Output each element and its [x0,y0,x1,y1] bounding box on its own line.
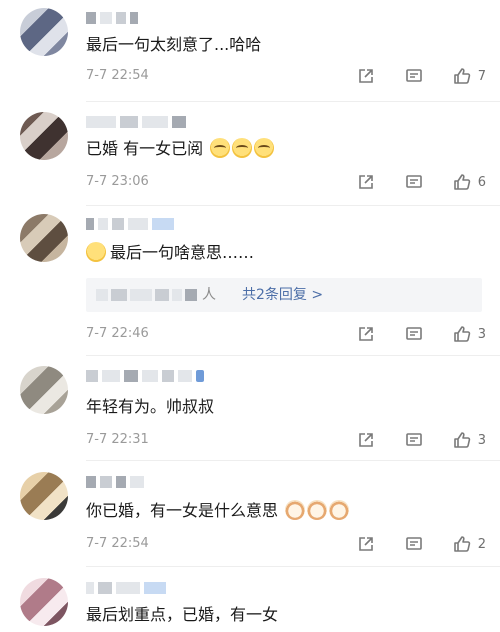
avatar[interactable] [20,112,68,160]
cat-emoji-icon [285,500,306,520]
share-icon [356,172,376,192]
share-button[interactable] [356,66,376,86]
comment-item: 最后一句太刻意了...哈哈 7-7 22:54 7 [0,8,500,100]
like-count: 3 [477,432,486,448]
comment-time: 7-7 22:31 [86,432,149,447]
username-blurred[interactable] [86,12,138,24]
thumbs-up-icon [452,324,472,344]
comment-button[interactable] [404,430,424,450]
username-blurred[interactable] [86,476,144,488]
comment-time: 7-7 22:46 [86,326,149,341]
laughing-emoji-icon [86,242,106,262]
comment-time: 7-7 22:54 [86,68,149,83]
comment-text: 已婚 有一女已阅 [86,138,275,160]
like-count: 7 [477,68,486,84]
comment-text-content: 已婚 有一女已阅 [86,139,204,158]
username-blurred[interactable] [86,370,204,382]
divider [86,205,500,206]
thumbs-up-icon [452,66,472,86]
comment-button[interactable] [404,66,424,86]
comment-item: 已婚 有一女已阅 7-7 23:06 6 [0,112,500,204]
crying-emoji-icon [210,138,231,158]
divider [86,566,500,567]
share-button[interactable] [356,430,376,450]
like-button[interactable]: 2 [452,534,486,554]
comment-text-content: 最后一句啥意思…… [110,243,255,262]
divider [86,101,500,102]
comment-icon [404,534,424,554]
avatar[interactable] [20,8,68,56]
username-blurred[interactable] [86,116,186,128]
comment-button[interactable] [404,172,424,192]
comment-item: 年轻有为。帅叔叔 7-7 22:31 3 [0,366,500,458]
cat-emoji-icon [307,500,328,520]
reply-who: 人 [202,287,216,303]
username-blurred[interactable] [86,218,174,230]
cat-emoji-icon [329,500,350,520]
share-icon [356,430,376,450]
divider [86,355,500,356]
replier-names-blurred [96,289,197,301]
comment-text: 最后划重点，已婚，有一女 [86,605,279,624]
comment-text: 年轻有为。帅叔叔 [86,397,215,416]
comment-icon [404,172,424,192]
share-icon [356,66,376,86]
avatar[interactable] [20,578,68,626]
divider [86,460,500,461]
like-count: 2 [477,536,486,552]
user-badge [196,370,204,382]
like-count: 3 [477,326,486,342]
share-button[interactable] [356,324,376,344]
comment-icon [404,66,424,86]
comment-icon [404,430,424,450]
comment-button[interactable] [404,534,424,554]
like-button[interactable]: 3 [452,324,486,344]
like-count: 6 [477,174,486,190]
comment-text-content: 你已婚，有一女是什么意思 [86,501,279,520]
crying-emoji-icon [254,138,275,158]
comment-item: 你已婚，有一女是什么意思 7-7 22:54 2 [0,472,500,564]
thumbs-up-icon [452,172,472,192]
comment-time: 7-7 23:06 [86,174,149,189]
comment-icon [404,324,424,344]
avatar[interactable] [20,472,68,520]
share-icon [356,534,376,554]
like-button[interactable]: 6 [452,172,486,192]
username-blurred[interactable] [86,582,166,594]
comment-text: 你已婚，有一女是什么意思 [86,500,350,522]
thumbs-up-icon [452,534,472,554]
comment-text: 最后一句啥意思…… [86,242,254,264]
share-icon [356,324,376,344]
comment-text: 最后一句太刻意了...哈哈 [86,35,262,54]
share-button[interactable] [356,172,376,192]
like-button[interactable]: 3 [452,430,486,450]
crying-emoji-icon [232,138,253,158]
comment-item: 最后划重点，已婚，有一女 [0,578,500,632]
avatar[interactable] [20,214,68,262]
thumbs-up-icon [452,430,472,450]
replies-box[interactable]: 人 共2条回复 > [86,278,482,312]
share-button[interactable] [356,534,376,554]
comment-item: 最后一句啥意思…… 人 共2条回复 > 7-7 22:46 3 [0,214,500,350]
avatar[interactable] [20,366,68,414]
comment-time: 7-7 22:54 [86,536,149,551]
view-replies-link[interactable]: 共2条回复 > [242,278,323,312]
like-button[interactable]: 7 [452,66,486,86]
comment-button[interactable] [404,324,424,344]
